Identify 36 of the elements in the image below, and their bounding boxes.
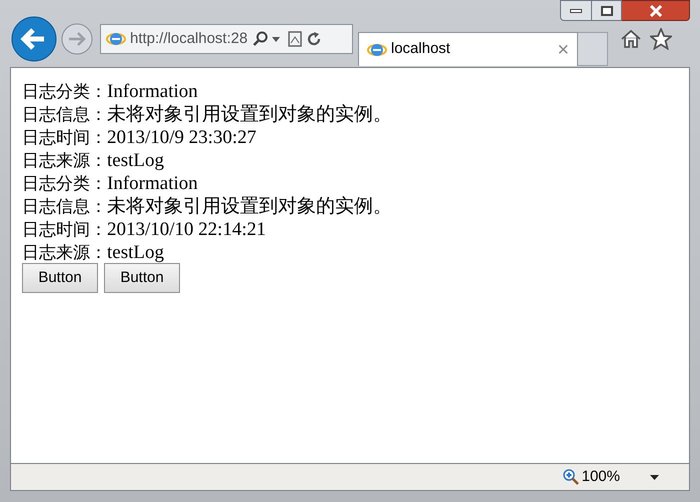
field-label: 日志信息： [22,196,107,219]
zoom-icon[interactable] [562,469,579,485]
field-value: 未将对象引用设置到对象的实例。 [107,195,392,219]
home-icon[interactable] [620,29,642,49]
refresh-icon[interactable] [306,31,322,47]
field-label: 日志来源： [22,242,107,265]
zoom-level[interactable]: 100% [582,466,620,488]
field-label: 日志信息： [22,104,107,127]
address-bar[interactable]: http://localhost:28 [100,24,353,54]
field-value: testLog [107,149,164,173]
tab-title: localhost [391,39,452,60]
field-value: testLog [107,241,164,265]
field-label: 日志分类： [22,81,107,104]
back-button[interactable] [11,16,57,62]
field-value: Information [107,80,198,104]
url-text: http://localhost:28 [130,28,248,49]
field-value: 2013/10/10 22:14:21 [107,218,266,242]
search-icon[interactable] [252,31,268,47]
field-value: 2013/10/9 23:30:27 [107,126,256,150]
tab-close-button[interactable]: × [557,40,569,60]
browser-tab[interactable]: localhost × [358,32,578,66]
field-label: 日志时间： [22,127,107,150]
close-icon [648,4,662,16]
field-label: 日志分类： [22,173,107,196]
field-value: Information [107,172,198,196]
minimize-button[interactable] [560,0,592,21]
dropdown-caret-icon[interactable] [272,36,280,42]
dropdown-caret-icon[interactable] [650,474,659,480]
maximize-button[interactable] [592,0,622,21]
field-value: 未将对象引用设置到对象的实例。 [107,103,392,127]
field-label: 日志时间： [22,219,107,242]
star-icon[interactable] [650,28,672,50]
close-button[interactable] [622,0,690,21]
push-button[interactable]: Button [104,263,180,293]
push-button[interactable]: Button [22,263,98,293]
field-label: 日志来源： [22,150,107,173]
